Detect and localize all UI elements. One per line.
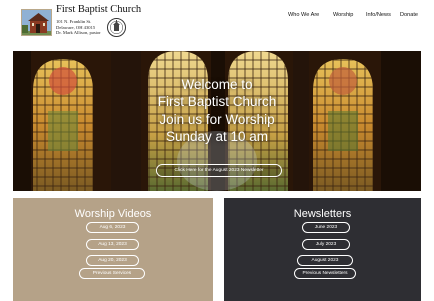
nav-who-we-are[interactable]: Who We Are (288, 12, 319, 18)
address-line: Dr. Mark Allison, pastor (56, 30, 101, 36)
hero-heading-line: Sunday at 10 am (165, 129, 269, 144)
newsletter-cta-button[interactable]: Click Here for the August 2023 Newslette… (156, 164, 282, 177)
hero-heading-line: Join us for Worship (159, 112, 275, 127)
seal-icon (107, 18, 126, 37)
worship-video-button[interactable]: Aug 20, 2023 (86, 255, 139, 266)
worship-video-button[interactable]: Aug 6, 2023 (86, 222, 139, 233)
previous-newsletters-button[interactable]: Previous Newsletters (294, 268, 356, 279)
previous-services-button[interactable]: Previous Services (79, 268, 145, 279)
newsletters-panel: Newsletters June 2023 July 2023 August 2… (224, 198, 421, 301)
newsletters-title: Newsletters (293, 208, 352, 220)
newsletter-button[interactable]: June 2023 (302, 222, 350, 233)
site-title[interactable]: First Baptist Church (56, 4, 141, 15)
nav-donate[interactable]: Donate (400, 12, 418, 18)
church-address: 101 N. Franklin St. Delaware, OH 43015 D… (56, 19, 101, 36)
newsletter-button[interactable]: August 2023 (297, 255, 353, 266)
worship-video-button[interactable]: Aug 13, 2023 (86, 239, 139, 250)
worship-videos-panel: Worship Videos Aug 6, 2023 Aug 13, 2023 … (13, 198, 213, 301)
newsletter-button[interactable]: July 2023 (302, 239, 350, 250)
hero-heading-line: First Baptist Church (157, 94, 277, 109)
nav-info-news[interactable]: Info/News (366, 12, 391, 18)
site-header: First Baptist Church 101 N. Franklin St.… (0, 0, 434, 48)
worship-videos-title: Worship Videos (74, 208, 152, 220)
church-photo-icon[interactable] (21, 9, 52, 36)
hero-heading-line: Welcome to (181, 77, 253, 92)
nav-worship[interactable]: Worship (333, 12, 353, 18)
